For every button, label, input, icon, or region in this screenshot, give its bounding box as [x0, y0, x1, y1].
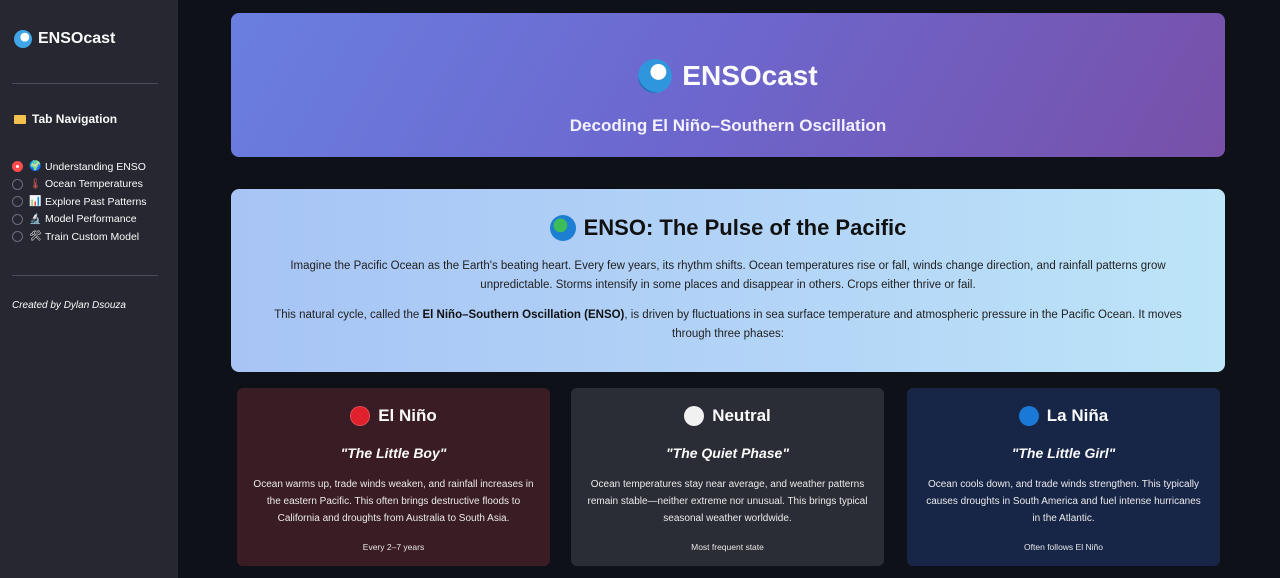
blue-circle-icon — [1018, 406, 1039, 426]
nav-item-ocean-temperatures[interactable]: 🌡 Ocean Temperatures — [12, 176, 147, 194]
phase-card-el-nino: El Niño "The Little Boy" Ocean warms up,… — [237, 388, 550, 566]
phase-card-la-nina: La Niña "The Little Girl" Ocean cools do… — [907, 388, 1220, 566]
nav-radio-group: 🌍 Understanding ENSO 🌡 Ocean Temperature… — [12, 158, 147, 246]
globe-icon: 🌍 — [29, 161, 42, 173]
nav-item-label: Train Custom Model — [45, 230, 140, 243]
nav-item-label: Explore Past Patterns — [45, 195, 147, 208]
phase-title: El Niño — [237, 406, 550, 426]
nav-item-label: Ocean Temperatures — [45, 178, 143, 191]
sidebar: ENSOcast Tab Navigation 🌍 Understanding … — [0, 0, 178, 578]
phase-title: La Niña — [907, 406, 1220, 426]
thermometer-icon: 🌡 — [29, 178, 42, 190]
sidebar-brand: ENSOcast — [14, 30, 115, 48]
tools-icon: 🛠 — [29, 231, 42, 243]
radio[interactable] — [12, 178, 23, 190]
white-circle-icon — [684, 406, 705, 426]
phase-nickname: "The Quiet Phase" — [666, 445, 789, 461]
red-circle-icon — [350, 406, 371, 426]
phase-name: Neutral — [712, 406, 771, 425]
sidebar-divider — [12, 83, 158, 84]
intro-text: , is driven by fluctuations in sea surfa… — [624, 309, 1182, 340]
intro-title-label: ENSO: The Pulse of the Pacific — [583, 215, 907, 240]
wave-icon — [14, 30, 32, 48]
intro-paragraph: Imagine the Pacific Ocean as the Earth's… — [290, 260, 1166, 291]
phase-description: Ocean cools down, and trade winds streng… — [926, 479, 1201, 524]
intro-panel: ENSO: The Pulse of the Pacific Imagine t… — [231, 189, 1225, 372]
nav-item-train-custom-model[interactable]: 🛠 Train Custom Model — [12, 228, 147, 246]
nav-item-explore-past-patterns[interactable]: 📊 Explore Past Patterns — [12, 193, 147, 211]
phase-name: La Niña — [1046, 406, 1109, 425]
nav-title: Tab Navigation — [14, 112, 117, 126]
phase-nickname: "The Little Girl" — [1011, 445, 1116, 461]
sidebar-divider — [12, 275, 158, 276]
nav-title-label: Tab Navigation — [32, 112, 118, 126]
microscope-icon: 🔬 — [29, 213, 42, 225]
nav-item-label: Model Performance — [45, 213, 137, 226]
intro-bold-text: El Niño–Southern Oscillation (ENSO) — [422, 309, 625, 321]
phase-card-neutral: Neutral "The Quiet Phase" Ocean temperat… — [571, 388, 884, 566]
nav-item-model-performance[interactable]: 🔬 Model Performance — [12, 211, 147, 229]
intro-title: ENSO: The Pulse of the Pacific — [231, 215, 1225, 241]
phase-footer: Often follows El Niño — [1024, 542, 1103, 552]
radio[interactable] — [12, 213, 23, 225]
sidebar-brand-label: ENSOcast — [38, 30, 116, 47]
intro-text: This natural cycle, called the — [274, 309, 423, 321]
hero-subtitle: Decoding El Niño–Southern Oscillation — [569, 116, 887, 135]
phase-description: Ocean temperatures stay near average, an… — [587, 479, 868, 524]
phase-description: Ocean warms up, trade winds weaken, and … — [253, 479, 534, 524]
folder-icon — [14, 114, 26, 124]
phase-title: Neutral — [571, 406, 884, 426]
wave-icon — [638, 59, 673, 93]
radio[interactable] — [12, 196, 23, 208]
nav-item-understanding-enso[interactable]: 🌍 Understanding ENSO — [12, 158, 147, 176]
hero-banner: ENSOcast Decoding El Niño–Southern Oscil… — [231, 13, 1225, 157]
hero-title: ENSOcast — [231, 59, 1225, 93]
sidebar-credit: Created by Dylan Dsouza — [12, 300, 126, 311]
intro-paragraph: This natural cycle, called the El Niño–S… — [261, 306, 1195, 343]
globe-icon — [549, 215, 576, 241]
nav-item-label: Understanding ENSO — [45, 160, 146, 173]
hero-title-label: ENSOcast — [682, 60, 818, 91]
bar-chart-icon: 📊 — [29, 196, 42, 208]
phase-footer: Every 2–7 years — [362, 542, 425, 552]
radio-selected[interactable] — [12, 161, 23, 173]
radio[interactable] — [12, 231, 23, 243]
phase-name: El Niño — [378, 406, 437, 425]
phase-nickname: "The Little Boy" — [340, 445, 447, 461]
phase-footer: Most frequent state — [691, 542, 764, 552]
